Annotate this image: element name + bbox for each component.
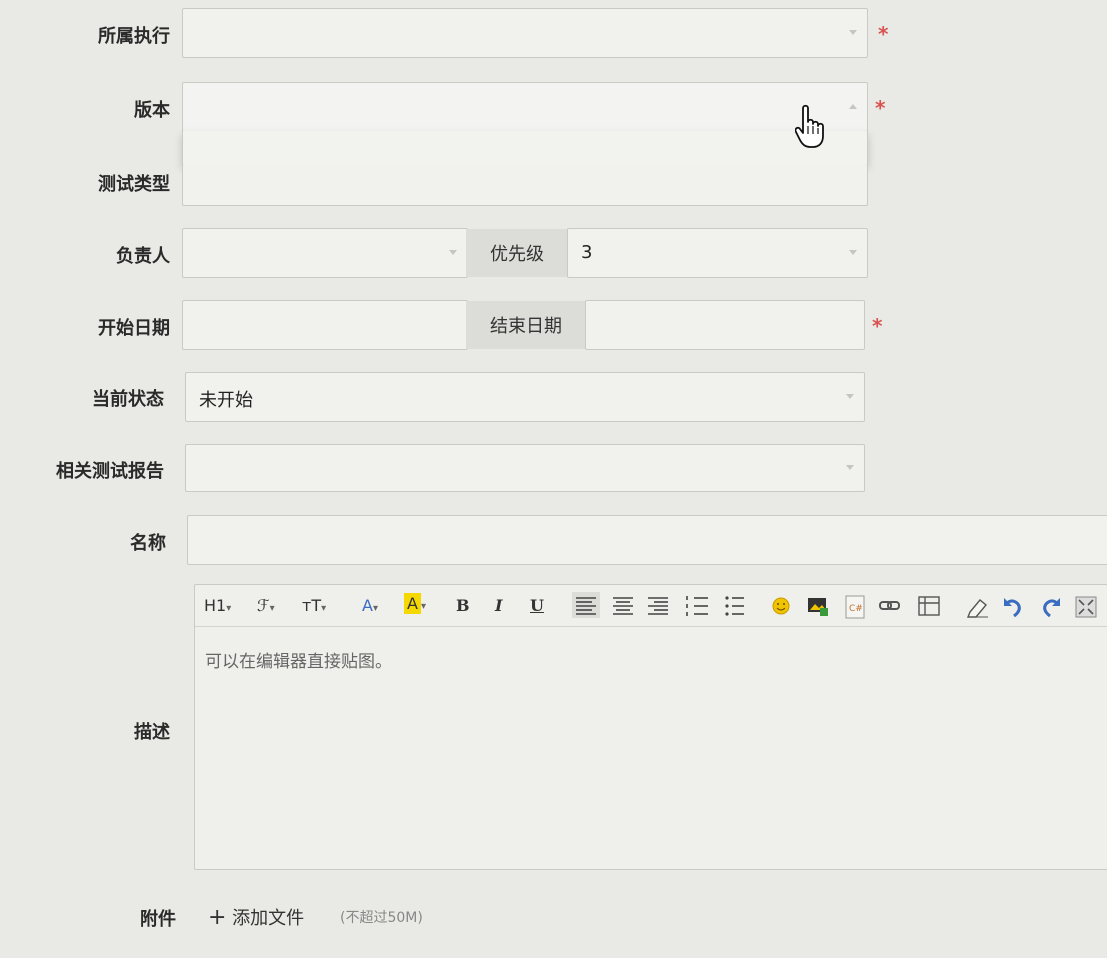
font-color-button[interactable]: A▾ (362, 596, 378, 615)
redo-icon[interactable] (1043, 598, 1060, 618)
fullscreen-icon[interactable] (1075, 596, 1097, 618)
undo-icon[interactable] (1004, 598, 1021, 618)
report-label: 相关测试报告 (56, 461, 164, 482)
required-mark: * (878, 22, 889, 46)
test-type-select[interactable] (182, 164, 868, 206)
pointer-cursor-icon (795, 104, 824, 148)
font-size-label: тT (302, 596, 322, 615)
align-right-icon[interactable] (648, 597, 668, 615)
version-label: 版本 (134, 100, 170, 121)
heading-label: H1 (204, 596, 227, 615)
svg-text:C#: C# (849, 604, 863, 614)
size-hint: (不超过50M) (340, 910, 423, 926)
add-file-button[interactable]: + 添加文件 (208, 904, 304, 930)
caret-down-icon (449, 250, 457, 255)
add-file-label: 添加文件 (232, 908, 305, 929)
emoticon-icon[interactable] (772, 597, 790, 615)
test-type-label: 测试类型 (98, 174, 170, 195)
eraser-icon[interactable] (966, 599, 988, 618)
report-select[interactable] (185, 444, 865, 492)
required-mark: * (875, 96, 886, 120)
execution-select[interactable] (182, 8, 868, 58)
underline-button[interactable]: U (530, 596, 544, 615)
heading-button[interactable]: H1▾ (204, 596, 231, 615)
required-mark: * (872, 314, 883, 338)
caret-down-icon (846, 394, 854, 399)
table-icon[interactable] (918, 596, 940, 616)
name-input[interactable] (187, 515, 1107, 565)
image-icon[interactable] (808, 598, 828, 616)
align-left-icon[interactable] (572, 592, 600, 618)
owner-select[interactable] (182, 228, 468, 278)
bold-button[interactable]: B (456, 596, 470, 615)
plus-icon: + (208, 905, 227, 930)
version-dropdown-list[interactable] (182, 131, 868, 165)
caret-down-icon (849, 30, 857, 35)
bg-color-button[interactable]: A ▾ (404, 593, 426, 614)
editor-placeholder[interactable]: 可以在编辑器直接贴图。 (205, 647, 392, 672)
status-value: 未开始 (199, 390, 253, 411)
caret-down-icon (849, 250, 857, 255)
start-date-input[interactable] (182, 300, 468, 350)
font-size-button[interactable]: тT▾ (302, 596, 326, 615)
priority-select[interactable]: 3 (567, 228, 868, 278)
status-select[interactable]: 未开始 (185, 372, 865, 422)
caret-down-icon (846, 465, 854, 470)
bullet-list-icon[interactable] (725, 596, 744, 616)
bg-color-label: A (404, 593, 421, 614)
end-date-input[interactable] (585, 300, 865, 350)
italic-button[interactable]: I (495, 596, 502, 615)
desc-label: 描述 (134, 722, 170, 743)
priority-label: 优先级 (466, 229, 568, 277)
execution-label: 所属执行 (98, 26, 170, 47)
align-center-icon[interactable] (613, 597, 633, 615)
ordered-list-icon[interactable] (686, 596, 708, 616)
start-date-label: 开始日期 (98, 318, 170, 339)
rich-text-editor[interactable]: 可以在编辑器直接贴图。 (194, 584, 1107, 870)
link-icon[interactable] (879, 601, 900, 610)
version-select[interactable] (182, 82, 868, 132)
owner-label: 负责人 (116, 246, 170, 267)
caret-up-icon (849, 104, 857, 109)
font-family-button[interactable]: ℱ▾ (257, 596, 275, 615)
end-date-label: 结束日期 (466, 301, 586, 349)
status-label: 当前状态 (92, 389, 164, 410)
font-family-label: ℱ (257, 596, 270, 615)
attachment-label: 附件 (140, 909, 176, 930)
priority-value: 3 (581, 242, 593, 263)
name-label: 名称 (130, 533, 166, 554)
editor-icon-group: C# (572, 592, 1097, 619)
code-icon[interactable]: C# (845, 595, 865, 619)
font-color-label: A (362, 596, 373, 615)
